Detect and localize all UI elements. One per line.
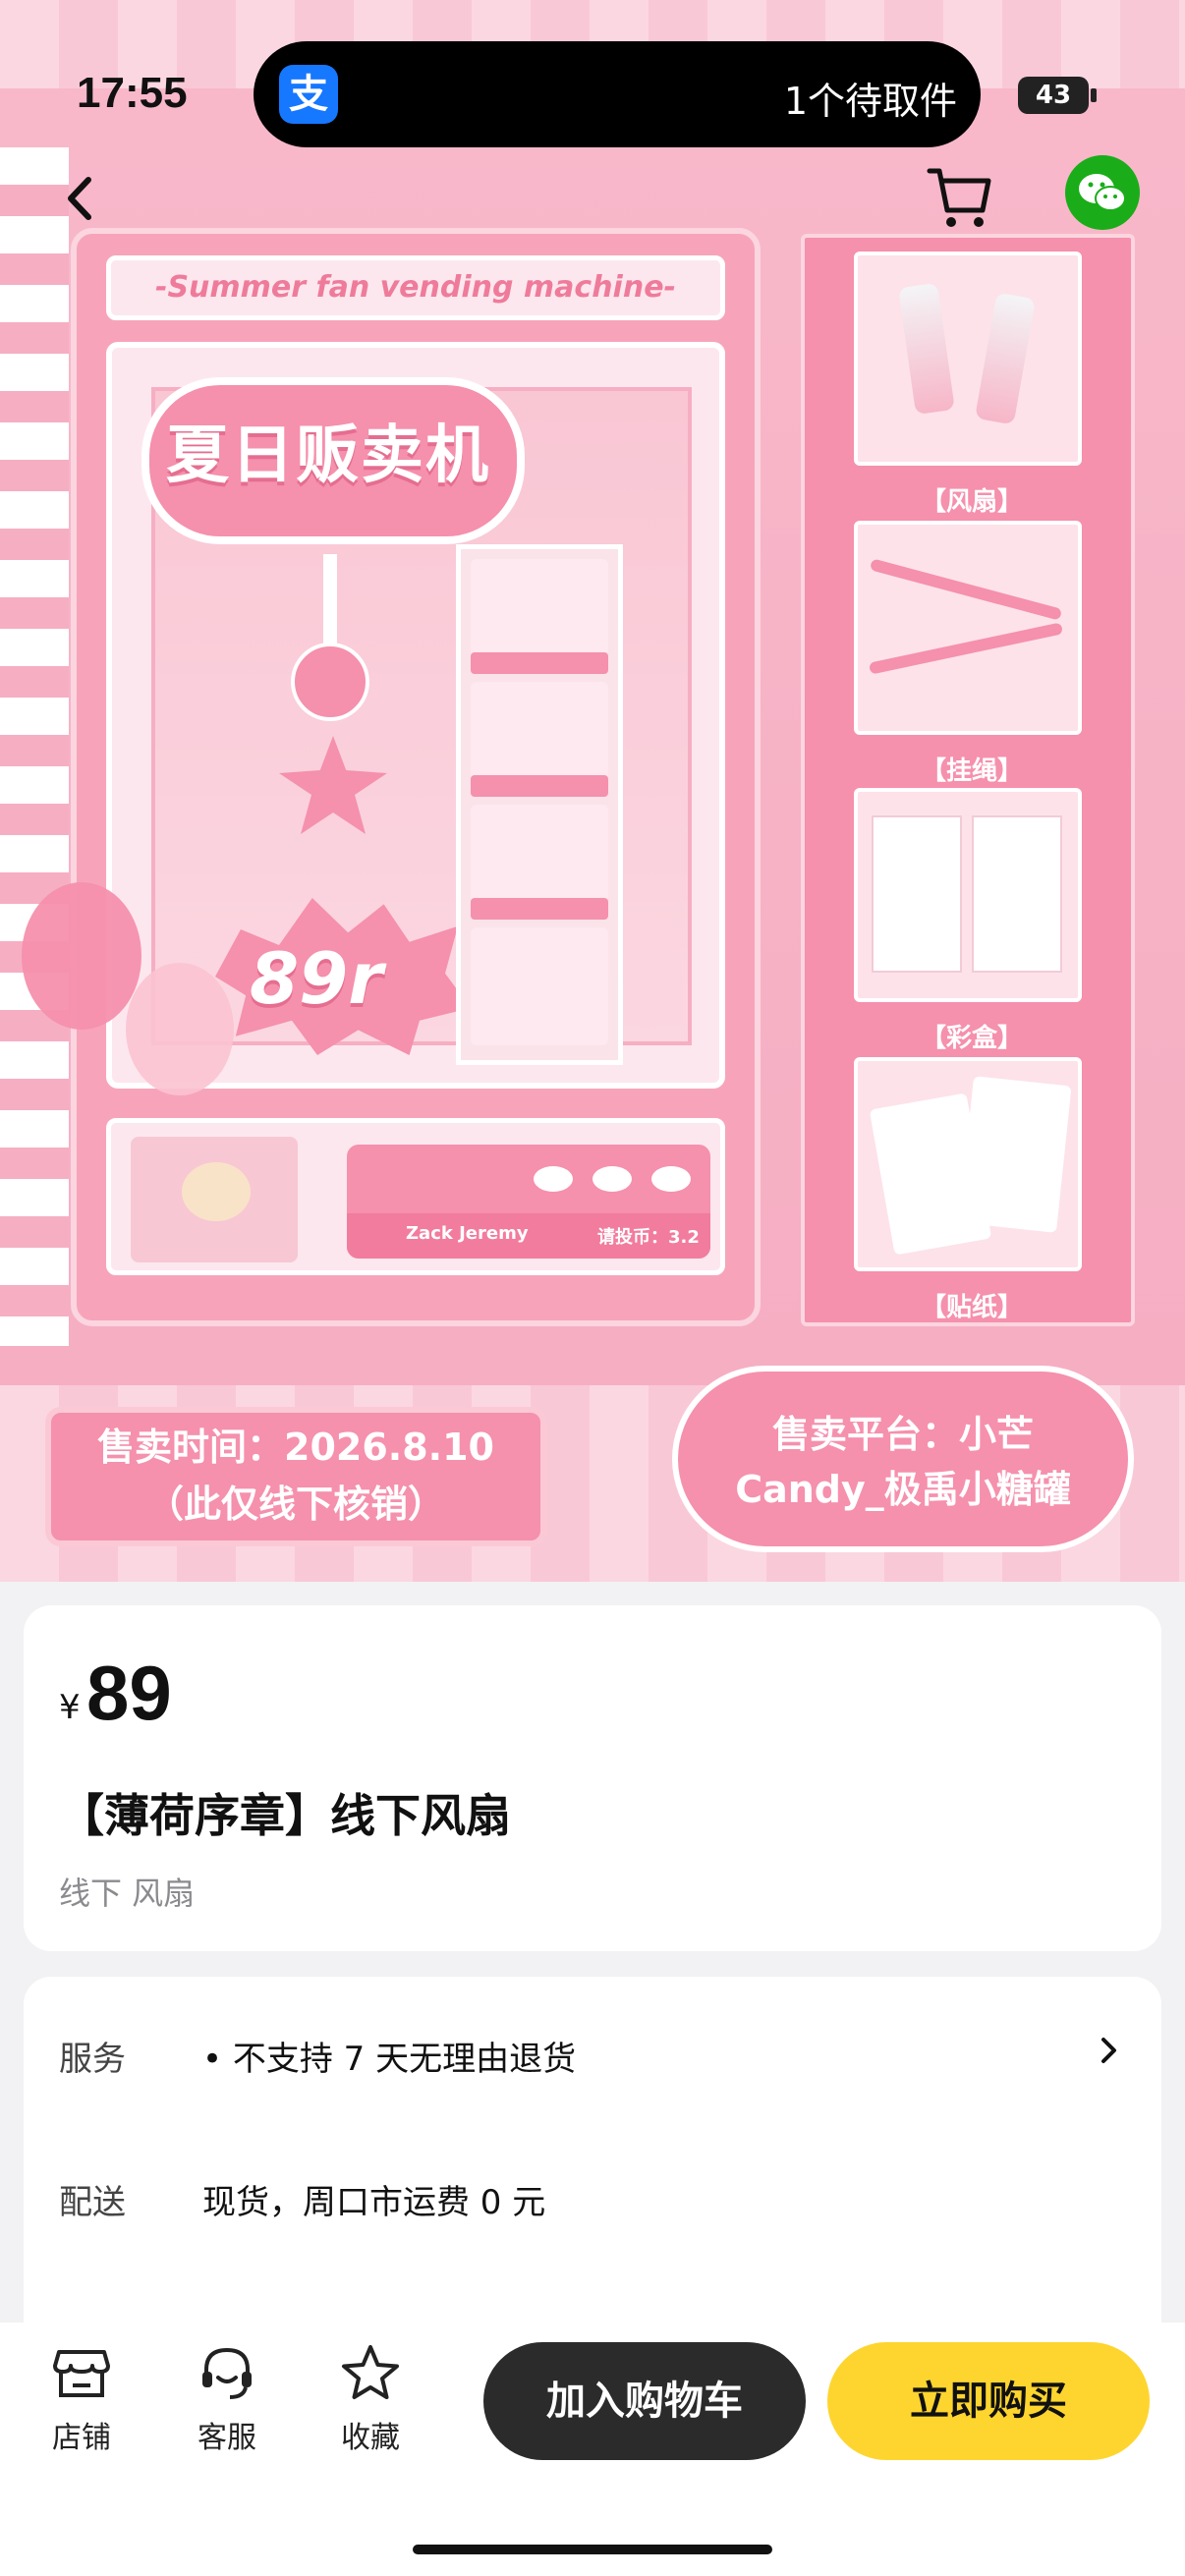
tab-store[interactable]: 店铺 bbox=[28, 2342, 136, 2456]
shelf-ledge bbox=[471, 652, 608, 674]
sale-note: （此仅线下核销） bbox=[145, 1483, 445, 1526]
item-label-box: 【彩盒】 bbox=[920, 1024, 1023, 1053]
tab-favorite-label: 收藏 bbox=[341, 2421, 400, 2455]
claw-ball bbox=[291, 643, 369, 721]
cart-icon bbox=[927, 168, 991, 227]
home-indicator[interactable] bbox=[413, 2545, 772, 2554]
panel-coin: 请投币：3.2 bbox=[597, 1227, 700, 1248]
tab-service[interactable]: 客服 bbox=[173, 2342, 281, 2456]
price-card: ¥ 89 【薄荷序章】线下风扇 线下 风扇 bbox=[24, 1605, 1161, 1951]
control-panel: Zack Jeremy 请投币：3.2 bbox=[106, 1118, 725, 1275]
lanyard-icon bbox=[868, 622, 1064, 675]
status-time: 17:55 bbox=[77, 69, 188, 117]
item-list-panel: 【风扇】 【挂绳】 【彩盒】 【贴纸】 bbox=[801, 234, 1135, 1326]
island-pickup-text: 1个待取件 bbox=[783, 80, 957, 123]
tab-favorite[interactable]: 收藏 bbox=[316, 2342, 424, 2456]
item-card-fan bbox=[854, 252, 1082, 466]
sale-time-box: 售卖时间：2026.8.10 （此仅线下核销） bbox=[45, 1407, 546, 1546]
machine-shelf bbox=[456, 544, 623, 1065]
dog-face-icon bbox=[182, 1162, 251, 1221]
balloon-icon bbox=[22, 882, 141, 1030]
box-icon bbox=[972, 815, 1062, 973]
add-to-cart-button[interactable]: 加入购物车 bbox=[483, 2342, 806, 2460]
machine-banner: -Summer fan vending machine- bbox=[106, 255, 725, 320]
dynamic-island[interactable]: 支 1个待取件 bbox=[254, 41, 981, 147]
item-label-lanyard: 【挂绳】 bbox=[920, 756, 1023, 786]
back-button[interactable] bbox=[39, 157, 122, 240]
item-card-sticker bbox=[854, 1057, 1082, 1271]
headset-icon bbox=[202, 2347, 252, 2399]
cart-button[interactable] bbox=[916, 155, 1004, 240]
service-label: 服务 bbox=[59, 2040, 126, 2079]
product-tags: 线下 风扇 bbox=[59, 1875, 196, 1912]
lanyard-icon bbox=[869, 558, 1063, 621]
battery-tip bbox=[1091, 88, 1097, 102]
delivery-label: 配送 bbox=[59, 2183, 126, 2222]
tab-store-label: 店铺 bbox=[52, 2421, 111, 2455]
store-icon bbox=[53, 2350, 110, 2397]
shelf-item-fan bbox=[471, 559, 608, 657]
panel-names: Zack Jeremy bbox=[406, 1223, 529, 1244]
sale-platform: 售卖平台：小芒 bbox=[771, 1413, 1034, 1456]
star-icon bbox=[342, 2345, 399, 2399]
product-price: 89 bbox=[86, 1650, 172, 1736]
product-page: -Summer fan vending machine- 夏日贩卖机 89r Z… bbox=[0, 0, 1185, 2576]
shelf-item-box bbox=[471, 805, 608, 903]
item-card-lanyard bbox=[854, 521, 1082, 735]
claw-rod bbox=[323, 554, 337, 652]
product-title: 【薄荷序章】线下风扇 bbox=[59, 1789, 511, 1842]
sale-time: 售卖时间：2026.8.10 bbox=[97, 1426, 494, 1469]
wechat-share-button[interactable] bbox=[1065, 155, 1140, 230]
chevron-right-icon[interactable] bbox=[1099, 2036, 1120, 2065]
box-icon bbox=[872, 815, 962, 973]
sale-platform-cloud: 售卖平台：小芒 Candy_极禹小糖罐 bbox=[672, 1366, 1134, 1552]
fan-icon bbox=[898, 282, 955, 416]
sale-shop: Candy_极禹小糖罐 bbox=[735, 1468, 1071, 1511]
battery-icon: 43 bbox=[1018, 77, 1089, 114]
bottom-action-bar: 店铺 客服 收藏 加入购物车 立即购买 bbox=[0, 2323, 1185, 2576]
panel-button bbox=[592, 1166, 632, 1192]
tab-service-label: 客服 bbox=[198, 2421, 256, 2455]
alipay-icon: 支 bbox=[279, 65, 338, 124]
chevron-left-icon bbox=[68, 177, 91, 220]
delivery-value: 现货，周口市运费 0 元 bbox=[202, 2183, 546, 2222]
film-strip-decoration bbox=[0, 147, 69, 1346]
sticker-icon bbox=[958, 1076, 1072, 1233]
item-label-fan: 【风扇】 bbox=[920, 487, 1023, 517]
fan-icon bbox=[975, 292, 1036, 425]
product-hero-image[interactable]: -Summer fan vending machine- 夏日贩卖机 89r Z… bbox=[0, 0, 1185, 1582]
service-value: • 不支持 7 天无理由退货 bbox=[202, 2040, 577, 2079]
dog-mascot bbox=[131, 1137, 298, 1262]
item-card-box bbox=[854, 788, 1082, 1002]
shelf-item-sticker bbox=[471, 927, 608, 1045]
poster-title: 夏日贩卖机 bbox=[166, 420, 490, 492]
panel-button bbox=[534, 1166, 573, 1192]
shelf-item-lanyard bbox=[471, 682, 608, 780]
item-label-sticker: 【贴纸】 bbox=[920, 1293, 1023, 1322]
balloon-icon bbox=[126, 963, 234, 1095]
shelf-ledge bbox=[471, 898, 608, 920]
buy-now-button[interactable]: 立即购买 bbox=[827, 2342, 1150, 2460]
panel-bar: Zack Jeremy 请投币：3.2 bbox=[347, 1145, 710, 1259]
currency-symbol: ¥ bbox=[59, 1688, 81, 1727]
wechat-icon bbox=[1079, 174, 1126, 211]
vending-machine: -Summer fan vending machine- 夏日贩卖机 89r Z… bbox=[71, 228, 761, 1326]
shelf-ledge bbox=[471, 775, 608, 797]
price-burst-label: 89r bbox=[250, 937, 383, 1020]
panel-button bbox=[651, 1166, 691, 1192]
